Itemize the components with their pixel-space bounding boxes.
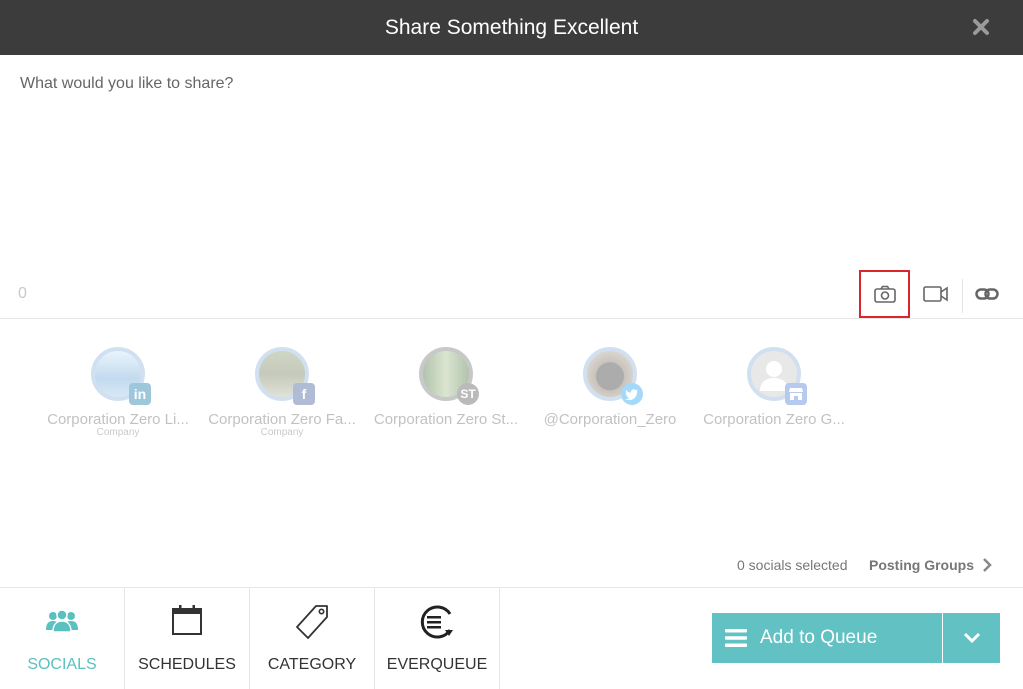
footer-bar: SOCIALS SCHEDULES CATEGORY EVERQUEUE Add…: [0, 587, 1023, 689]
tab-everqueue[interactable]: EVERQUEUE: [375, 588, 500, 689]
camera-icon: [873, 285, 896, 303]
tab-schedules[interactable]: SCHEDULES: [125, 588, 250, 689]
tab-label: SCHEDULES: [138, 656, 236, 673]
avatar: in: [91, 347, 151, 405]
character-count: 0: [18, 285, 27, 302]
tab-socials[interactable]: SOCIALS: [0, 588, 125, 689]
modal-title: Share Something Excellent: [384, 16, 639, 39]
avatar: [747, 347, 807, 405]
link-icon: [975, 288, 999, 300]
chevron-right-icon[interactable]: [982, 558, 992, 577]
add-to-queue-button[interactable]: Add to Queue: [712, 613, 942, 663]
social-name: Corporation Zero Fa...: [208, 411, 356, 428]
social-item-st[interactable]: ST Corporation Zero St...: [364, 347, 528, 428]
social-item-linkedin[interactable]: in Corporation Zero Li... Company: [36, 347, 200, 438]
social-name: @Corporation_Zero: [543, 411, 677, 428]
everqueue-icon: [420, 605, 453, 639]
tab-label: SOCIALS: [27, 656, 97, 673]
social-name: Corporation Zero St...: [373, 411, 519, 428]
avatar: ST: [419, 347, 479, 405]
linkedin-icon: in: [129, 383, 151, 405]
add-video-button[interactable]: [910, 270, 961, 318]
menu-icon: [725, 629, 747, 647]
social-item-gmb[interactable]: Corporation Zero G...: [692, 347, 856, 428]
composer: 0: [0, 55, 1023, 319]
avatar: [583, 347, 643, 405]
social-item-twitter[interactable]: @Corporation_Zero: [528, 347, 692, 428]
facebook-icon: f: [293, 383, 315, 405]
close-icon[interactable]: [971, 17, 991, 37]
modal-header: Share Something Excellent: [0, 0, 1023, 55]
socials-selected-count: 0 socials selected: [737, 557, 848, 573]
chevron-down-icon: [963, 632, 980, 644]
store-icon: [785, 383, 807, 405]
social-item-facebook[interactable]: f Corporation Zero Fa... Company: [200, 347, 364, 438]
share-text-input[interactable]: [20, 75, 1000, 255]
tab-category[interactable]: CATEGORY: [250, 588, 375, 689]
tag-icon: [296, 605, 328, 639]
social-type: Company: [96, 427, 140, 438]
calendar-icon: [172, 605, 202, 635]
social-name: Corporation Zero Li...: [47, 411, 189, 428]
tab-label: CATEGORY: [267, 656, 357, 673]
avatar: f: [255, 347, 315, 405]
social-name: Corporation Zero G...: [703, 411, 845, 428]
video-camera-icon: [922, 286, 948, 302]
tab-label: EVERQUEUE: [386, 656, 488, 673]
users-icon: [46, 609, 78, 633]
add-to-queue-label: Add to Queue: [760, 627, 878, 648]
st-icon: ST: [457, 383, 479, 405]
add-photo-button[interactable]: [859, 270, 910, 318]
add-to-queue-dropdown[interactable]: [943, 613, 1000, 663]
posting-groups-link[interactable]: Posting Groups: [869, 557, 974, 573]
social-type: Company: [260, 427, 304, 438]
socials-list: in Corporation Zero Li... Company f Corp…: [0, 319, 1023, 587]
add-link-button[interactable]: [963, 270, 1011, 318]
twitter-icon: [621, 383, 643, 405]
